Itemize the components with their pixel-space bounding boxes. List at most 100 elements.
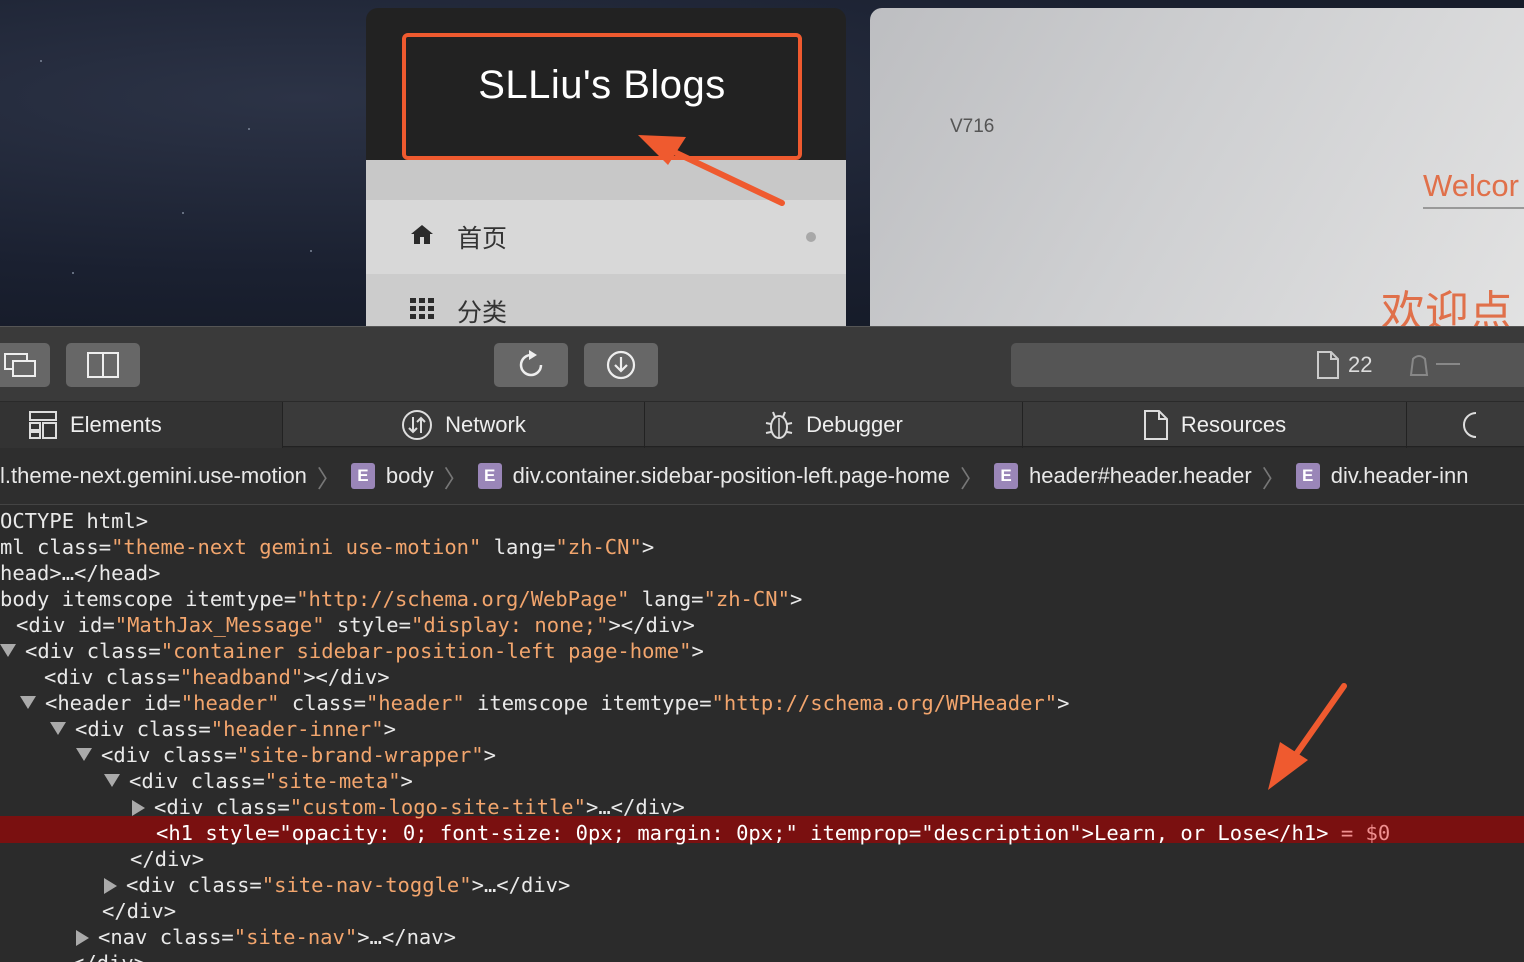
dom-attr-value: "site-brand-wrapper": [236, 743, 484, 767]
activity-viewer: 22: [1011, 343, 1524, 387]
dom-attr-name: class=: [203, 795, 290, 819]
dom-attr-name: class=: [150, 743, 237, 767]
breadcrumb-label: l.theme-next.gemini.use-motion: [0, 463, 307, 488]
dom-attr-name: class=: [147, 925, 234, 949]
tab-elements[interactable]: Elements: [0, 402, 283, 448]
reload-icon: [519, 350, 543, 377]
version-label: V716: [950, 116, 995, 137]
dom-attr-name: itemtype=: [172, 587, 297, 611]
dom-attr-value: "site-nav-toggle": [261, 873, 472, 897]
dom-tag-name: ml: [0, 535, 25, 559]
tab-resources[interactable]: Resources: [1023, 402, 1407, 448]
breadcrumb-item[interactable]: E div.container.sidebar-position-left.pa…: [477, 463, 950, 489]
tab-network[interactable]: Network: [283, 402, 645, 448]
main-content-card: V716 Welcor 欢迎点: [870, 8, 1524, 326]
menu-item-home[interactable]: 首页: [366, 200, 846, 274]
menu-item-categories[interactable]: 分类: [366, 274, 846, 326]
dom-tag-name: body: [0, 587, 50, 611]
dom-node-text: OCTYPE html>: [0, 509, 149, 533]
dom-node[interactable]: OCTYPE html>: [0, 508, 148, 534]
collapsed-triangle-icon[interactable]: [132, 800, 145, 816]
tab-more[interactable]: [1407, 402, 1524, 448]
expanded-triangle-icon[interactable]: [20, 696, 36, 709]
expanded-triangle-icon[interactable]: [50, 722, 66, 735]
dom-tag-end: ></div>: [608, 613, 695, 637]
collapsed-triangle-icon[interactable]: [76, 930, 89, 946]
dom-node[interactable]: ml class="theme-next gemini use-motion" …: [0, 534, 654, 560]
dom-node[interactable]: </div>: [72, 950, 146, 962]
breadcrumb-item[interactable]: E body: [350, 463, 434, 489]
dom-node[interactable]: <div class="headband"></div>: [44, 664, 390, 690]
dom-tag-end: >: [400, 769, 413, 793]
dom-tag-end: ></div>: [303, 665, 390, 689]
dom-node[interactable]: <div class="site-meta">: [104, 768, 413, 794]
breadcrumb-label: div.header-inn: [1330, 463, 1469, 488]
dom-node[interactable]: head>…</head>: [0, 560, 160, 586]
dom-attr-name: id=: [65, 613, 115, 637]
split-view-button[interactable]: [66, 343, 140, 387]
collapsed-triangle-icon[interactable]: [104, 878, 117, 894]
webpage-viewport: SLLiu's Blogs 首页 分类 V716 Welcor 欢迎点: [0, 0, 1524, 326]
tab-label-elements: Elements: [70, 412, 162, 437]
expanded-triangle-icon[interactable]: [0, 644, 16, 657]
dom-node[interactable]: <div class="site-nav-toggle">…</div>: [104, 872, 570, 898]
dom-attr-value: "http://schema.org/WebPage": [296, 587, 630, 611]
expanded-triangle-icon[interactable]: [76, 748, 92, 761]
more-tab-icon: [1463, 412, 1477, 438]
breadcrumb-label: header#header.header: [1029, 463, 1252, 488]
dom-tag-end: >: [789, 587, 803, 611]
dom-tag-end: >: [1057, 691, 1070, 715]
dom-tag-name: <nav: [98, 925, 148, 949]
blog-sidebar: SLLiu's Blogs 首页 分类: [366, 8, 846, 326]
background-star: [248, 128, 250, 130]
dom-attr-value: "custom-logo-site-title": [289, 795, 586, 819]
download-button[interactable]: [584, 343, 658, 387]
dom-tag-end: >: [641, 535, 655, 559]
dom-node[interactable]: <header id="header" class="header" items…: [20, 690, 1069, 716]
background-star: [40, 60, 42, 62]
dom-attr-value: "header-inner": [210, 717, 384, 741]
dom-node-text: <h1 style="opacity: 0; font-size: 0px; m…: [156, 821, 1329, 845]
devtools-tab-bar: Elements Network Debugger Resources: [0, 401, 1524, 448]
breadcrumb-item[interactable]: E header#header.header: [994, 463, 1252, 489]
dom-node[interactable]: <div class="custom-logo-site-title">…</d…: [132, 794, 685, 820]
resource-count[interactable]: 22: [1316, 351, 1372, 379]
dom-attr-value: "MathJax_Message": [114, 613, 325, 637]
dom-attr-name: itemscope: [464, 691, 589, 715]
dom-node-text: </div>: [130, 847, 205, 871]
dom-attr-name: class=: [24, 535, 112, 559]
dom-node[interactable]: <nav class="site-nav">…</nav>: [76, 924, 456, 950]
dom-attr-name: lang=: [629, 587, 704, 611]
dock-toggle-button[interactable]: [0, 343, 50, 387]
breadcrumb-item[interactable]: l.theme-next.gemini.use-motion: [0, 463, 307, 489]
dom-tag-name: <div: [75, 717, 125, 741]
dom-node[interactable]: <div class="header-inner">: [50, 716, 396, 742]
dom-attr-name: itemtype=: [588, 691, 712, 715]
download-icon: [606, 350, 636, 380]
site-brand[interactable]: SLLiu's Blogs: [402, 33, 802, 160]
dom-attr-name: class=: [74, 639, 161, 663]
dom-tag-end: >…</div>: [586, 795, 685, 819]
dom-node[interactable]: </div>: [130, 846, 204, 872]
tab-label-debugger: Debugger: [806, 412, 903, 437]
background-star: [72, 272, 74, 274]
dom-node-selected[interactable]: <h1 style="opacity: 0; font-size: 0px; m…: [156, 820, 1390, 846]
console-ref-label: = $0: [1328, 821, 1391, 845]
reload-button[interactable]: [494, 343, 568, 387]
dom-node[interactable]: body itemscope itemtype="http://schema.o…: [0, 586, 802, 612]
dom-node[interactable]: <div id="MathJax_Message" style="display…: [16, 612, 695, 638]
warnings-indicator[interactable]: [1406, 353, 1462, 377]
expanded-triangle-icon[interactable]: [104, 774, 120, 787]
sidebar-spacer: [366, 160, 846, 200]
dom-attr-name: class=: [178, 769, 265, 793]
dom-attr-value: "site-meta": [264, 769, 401, 793]
dom-node[interactable]: <div class="site-brand-wrapper">: [76, 742, 496, 768]
dom-node[interactable]: </div>: [102, 898, 176, 924]
breadcrumb-item[interactable]: E div.header-inn: [1295, 463, 1469, 489]
tab-debugger[interactable]: Debugger: [645, 402, 1023, 448]
site-title: SLLiu's Blogs: [478, 63, 726, 107]
welcome-heading-cn: 欢迎点: [1381, 287, 1513, 326]
element-badge-icon: E: [1295, 463, 1320, 489]
breadcrumb-separator-icon: 〉: [443, 465, 468, 493]
dom-node[interactable]: <div class="container sidebar-position-l…: [0, 638, 704, 664]
